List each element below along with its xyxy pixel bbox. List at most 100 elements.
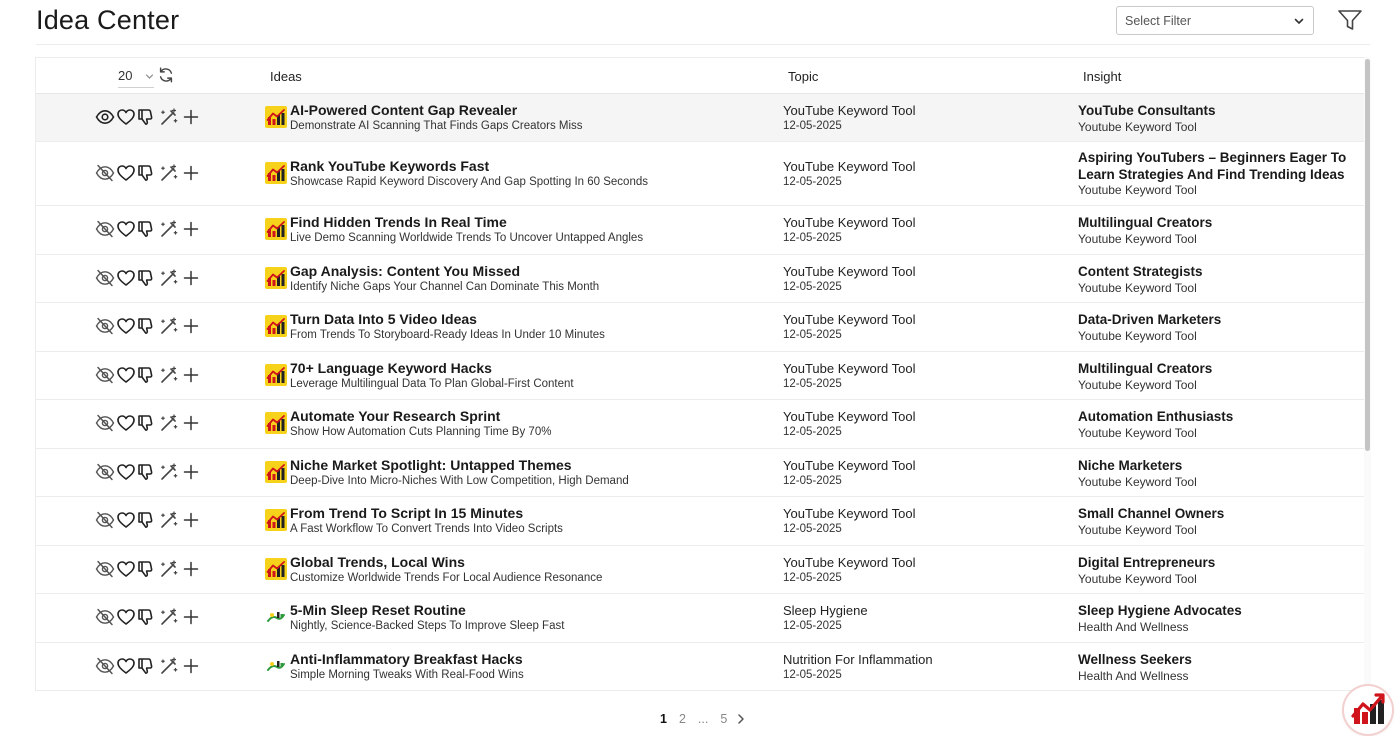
table-row[interactable]: Anti-Inflammatory Breakfast Hacks Simple … bbox=[36, 643, 1364, 690]
heart-icon[interactable] bbox=[116, 219, 136, 239]
heart-icon[interactable] bbox=[116, 268, 136, 288]
eye-off-icon[interactable] bbox=[95, 219, 115, 239]
plus-icon[interactable] bbox=[181, 268, 201, 288]
magic-wand-icon[interactable] bbox=[159, 316, 179, 336]
plus-icon[interactable] bbox=[181, 607, 201, 627]
table-row[interactable]: AI-Powered Content Gap Revealer Demonstra… bbox=[36, 94, 1364, 142]
idea-subtitle: Demonstrate AI Scanning That Finds Gaps … bbox=[290, 120, 583, 132]
magic-wand-icon[interactable] bbox=[159, 413, 179, 433]
plus-icon[interactable] bbox=[181, 219, 201, 239]
table-row[interactable]: Rank YouTube Keywords Fast Showcase Rapid… bbox=[36, 142, 1364, 206]
thumbs-down-icon[interactable] bbox=[136, 163, 156, 183]
idea-cell[interactable]: Anti-Inflammatory Breakfast Hacks Simple … bbox=[290, 651, 760, 682]
heart-icon[interactable] bbox=[116, 107, 136, 127]
magic-wand-icon[interactable] bbox=[159, 163, 179, 183]
heart-icon[interactable] bbox=[116, 462, 136, 482]
page-5-link[interactable]: 5 bbox=[720, 712, 727, 726]
plus-icon[interactable] bbox=[181, 365, 201, 385]
magic-wand-icon[interactable] bbox=[159, 656, 179, 676]
thumbs-down-icon[interactable] bbox=[136, 107, 156, 127]
magic-wand-icon[interactable] bbox=[159, 607, 179, 627]
heart-icon[interactable] bbox=[116, 316, 136, 336]
eye-off-icon[interactable] bbox=[95, 607, 115, 627]
eye-off-icon[interactable] bbox=[95, 316, 115, 336]
plus-icon[interactable] bbox=[181, 163, 201, 183]
plus-icon[interactable] bbox=[181, 413, 201, 433]
page-1-link[interactable]: 1 bbox=[660, 712, 667, 726]
thumbs-down-icon[interactable] bbox=[136, 219, 156, 239]
eye-off-icon[interactable] bbox=[95, 656, 115, 676]
idea-cell[interactable]: Global Trends, Local Wins Customize World… bbox=[290, 554, 760, 585]
idea-cell[interactable]: Rank YouTube Keywords Fast Showcase Rapid… bbox=[290, 158, 760, 189]
heart-icon[interactable] bbox=[116, 510, 136, 530]
table-row[interactable]: Niche Market Spotlight: Untapped Themes D… bbox=[36, 449, 1364, 497]
plus-icon[interactable] bbox=[181, 559, 201, 579]
idea-cell[interactable]: Automate Your Research Sprint Show How Au… bbox=[290, 408, 760, 439]
heart-icon[interactable] bbox=[116, 656, 136, 676]
table-row[interactable]: Global Trends, Local Wins Customize World… bbox=[36, 546, 1364, 594]
table-row[interactable]: 5-Min Sleep Reset Routine Nightly, Scienc… bbox=[36, 594, 1364, 643]
heart-icon[interactable] bbox=[116, 365, 136, 385]
table-row[interactable]: Turn Data Into 5 Video Ideas From Trends … bbox=[36, 303, 1364, 352]
table-row[interactable]: Automate Your Research Sprint Show How Au… bbox=[36, 400, 1364, 449]
plus-icon[interactable] bbox=[181, 107, 201, 127]
magic-wand-icon[interactable] bbox=[159, 107, 179, 127]
eye-off-icon[interactable] bbox=[95, 462, 115, 482]
eye-off-icon[interactable] bbox=[95, 268, 115, 288]
chevron-right-icon[interactable] bbox=[735, 713, 747, 725]
eye-off-icon[interactable] bbox=[95, 510, 115, 530]
thumbs-down-icon[interactable] bbox=[136, 656, 156, 676]
plus-icon[interactable] bbox=[181, 462, 201, 482]
idea-cell[interactable]: 5-Min Sleep Reset Routine Nightly, Scienc… bbox=[290, 602, 760, 633]
thumbs-down-icon[interactable] bbox=[136, 559, 156, 579]
eye-off-icon[interactable] bbox=[95, 559, 115, 579]
table-row[interactable]: 70+ Language Keyword Hacks Leverage Multi… bbox=[36, 352, 1364, 400]
heart-icon[interactable] bbox=[116, 413, 136, 433]
eye-icon[interactable] bbox=[95, 107, 115, 127]
thumbs-down-icon[interactable] bbox=[136, 607, 156, 627]
table-scrollbar[interactable] bbox=[1364, 57, 1371, 691]
thumbs-down-icon[interactable] bbox=[136, 413, 156, 433]
table-row[interactable]: From Trend To Script In 15 Minutes A Fast… bbox=[36, 497, 1364, 546]
eye-off-icon[interactable] bbox=[95, 163, 115, 183]
idea-cell[interactable]: 70+ Language Keyword Hacks Leverage Multi… bbox=[290, 360, 760, 391]
plus-icon[interactable] bbox=[181, 510, 201, 530]
table-row[interactable]: Gap Analysis: Content You Missed Identify… bbox=[36, 255, 1364, 303]
heart-icon[interactable] bbox=[116, 559, 136, 579]
magic-wand-icon[interactable] bbox=[159, 365, 179, 385]
insight-cell: Automation Enthusiasts Youtube Keyword To… bbox=[1078, 409, 1358, 441]
thumbs-down-icon[interactable] bbox=[136, 316, 156, 336]
filter-select[interactable]: Select Filter bbox=[1116, 6, 1314, 35]
thumbs-down-icon[interactable] bbox=[136, 365, 156, 385]
scrollbar-thumb[interactable] bbox=[1365, 59, 1370, 451]
magic-wand-icon[interactable] bbox=[159, 559, 179, 579]
health-wellness-logo-icon bbox=[265, 606, 287, 628]
refresh-icon[interactable] bbox=[157, 66, 175, 84]
heart-icon[interactable] bbox=[116, 163, 136, 183]
thumbs-down-icon[interactable] bbox=[136, 510, 156, 530]
magic-wand-icon[interactable] bbox=[159, 268, 179, 288]
page-2-link[interactable]: 2 bbox=[679, 712, 686, 726]
heart-icon[interactable] bbox=[116, 607, 136, 627]
thumbs-down-icon[interactable] bbox=[136, 462, 156, 482]
magic-wand-icon[interactable] bbox=[159, 510, 179, 530]
idea-cell[interactable]: Niche Market Spotlight: Untapped Themes D… bbox=[290, 457, 760, 488]
idea-cell[interactable]: Gap Analysis: Content You Missed Identify… bbox=[290, 263, 760, 294]
plus-icon[interactable] bbox=[181, 316, 201, 336]
idea-cell[interactable]: Find Hidden Trends In Real Time Live Demo… bbox=[290, 214, 760, 245]
magic-wand-icon[interactable] bbox=[159, 219, 179, 239]
plus-icon[interactable] bbox=[181, 656, 201, 676]
thumbs-down-icon[interactable] bbox=[136, 268, 156, 288]
idea-cell[interactable]: Turn Data Into 5 Video Ideas From Trends … bbox=[290, 311, 760, 342]
filter-icon[interactable] bbox=[1337, 8, 1363, 32]
idea-cell[interactable]: AI-Powered Content Gap Revealer Demonstra… bbox=[290, 102, 760, 133]
row-actions bbox=[95, 510, 201, 530]
eye-off-icon[interactable] bbox=[95, 365, 115, 385]
idea-subtitle: Deep-Dive Into Micro-Niches With Low Com… bbox=[290, 475, 629, 487]
table-row[interactable]: Find Hidden Trends In Real Time Live Demo… bbox=[36, 206, 1364, 255]
magic-wand-icon[interactable] bbox=[159, 462, 179, 482]
floating-brand-button[interactable] bbox=[1344, 686, 1392, 734]
idea-cell[interactable]: From Trend To Script In 15 Minutes A Fast… bbox=[290, 505, 760, 536]
page-size-select[interactable]: 20 bbox=[118, 66, 154, 88]
eye-off-icon[interactable] bbox=[95, 413, 115, 433]
